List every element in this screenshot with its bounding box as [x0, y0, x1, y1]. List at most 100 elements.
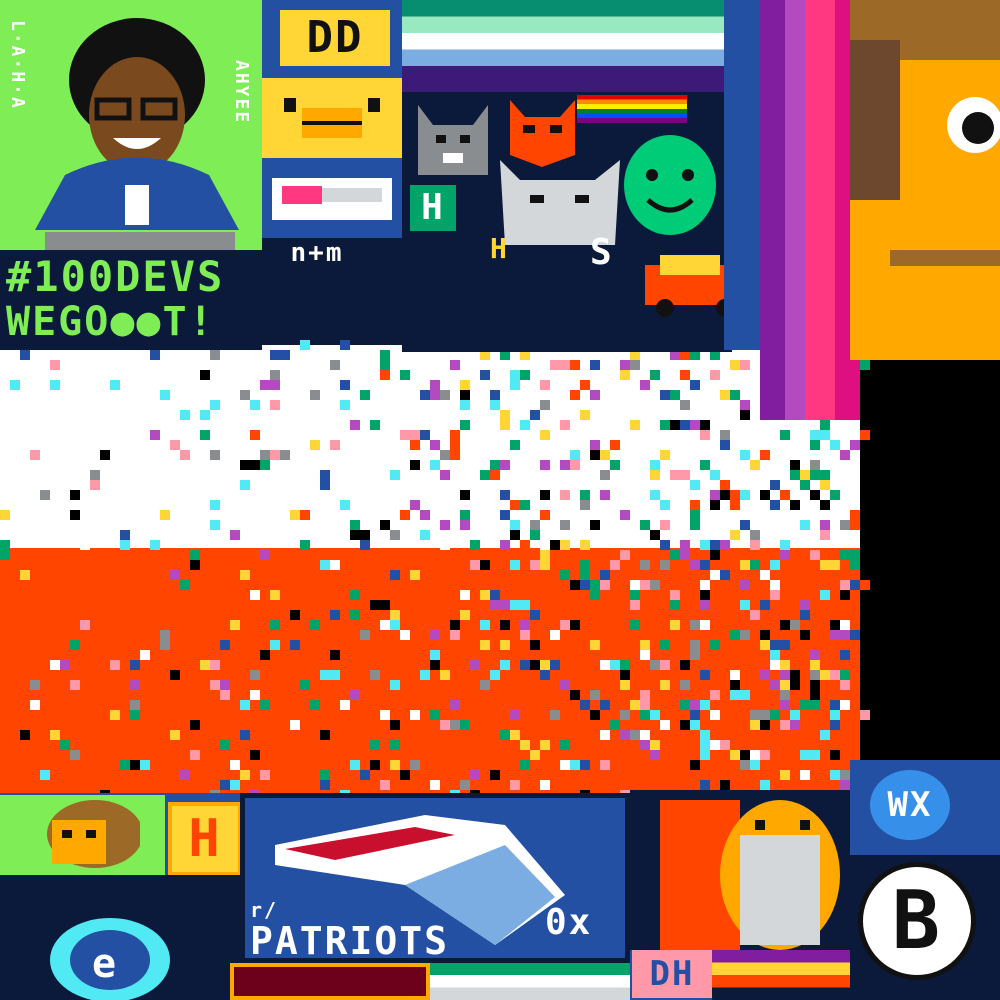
noise-pixel [450, 630, 460, 640]
noise-pixel [710, 640, 720, 650]
noise-pixel [570, 580, 580, 590]
noise-pixel [120, 530, 130, 540]
noise-pixel [450, 720, 460, 730]
noise-pixel [560, 570, 570, 580]
noise-pixel [810, 440, 820, 450]
noise-pixel [430, 660, 440, 670]
noise-pixel [380, 620, 390, 630]
noise-pixel [660, 520, 670, 530]
noise-pixel [160, 510, 170, 520]
noise-pixel [650, 660, 660, 670]
noise-pixel [640, 730, 650, 740]
noise-pixel [600, 700, 610, 710]
noise-pixel [640, 580, 650, 590]
noise-pixel [160, 630, 170, 640]
noise-pixel [510, 600, 520, 610]
noise-pixel [270, 450, 280, 460]
noise-pixel [610, 440, 620, 450]
noise-pixel [590, 640, 600, 650]
noise-pixel [260, 770, 270, 780]
noise-pixel [810, 670, 820, 680]
noise-pixel [520, 420, 530, 430]
noise-pixel [280, 350, 290, 360]
noise-pixel [840, 590, 850, 600]
noise-pixel [740, 400, 750, 410]
noise-pixel [350, 530, 360, 540]
noise-pixel [150, 350, 160, 360]
noise-pixel [780, 680, 790, 690]
noise-pixel [250, 430, 260, 440]
noise-pixel [190, 560, 200, 570]
noise-pixel [540, 400, 550, 410]
noise-pixel [770, 660, 780, 670]
noise-pixel [660, 680, 670, 690]
noise-pixel [330, 360, 340, 370]
noise-pixel [440, 450, 450, 460]
noise-pixel [270, 620, 280, 630]
noise-pixel [420, 770, 430, 780]
noise-pixel [160, 690, 170, 700]
noise-pixel [820, 590, 830, 600]
noise-pixel [780, 430, 790, 440]
noise-pixel [350, 610, 360, 620]
noise-pixel [680, 420, 690, 430]
noise-pixel [260, 650, 270, 660]
noise-pixel [640, 640, 650, 650]
noise-pixel [300, 680, 310, 690]
noise-pixel [580, 490, 590, 500]
noise-pixel [170, 570, 180, 580]
noise-pixel [350, 590, 360, 600]
noise-pixel [70, 510, 80, 520]
noise-pixel [450, 360, 460, 370]
noise-pixel [310, 440, 320, 450]
noise-pixel [70, 640, 80, 650]
noise-pixel [690, 560, 700, 570]
noise-pixel [130, 760, 140, 770]
noise-pixel [260, 550, 270, 560]
noise-pixel [320, 560, 330, 570]
noise-pixel [770, 680, 780, 690]
noise-pixel [560, 360, 570, 370]
noise-pixel [120, 760, 130, 770]
noise-pixel [270, 640, 280, 650]
noise-pixel [440, 720, 450, 730]
noise-pixel [130, 710, 140, 720]
noise-pixel [440, 470, 450, 480]
noise-pixel [20, 350, 30, 360]
noise-pixel [620, 550, 630, 560]
noise-pixel [270, 370, 280, 380]
noise-pixel [810, 650, 820, 660]
noise-pixel [750, 460, 760, 470]
noise-pixel [370, 450, 380, 460]
noise-pixel [90, 480, 100, 490]
noise-pixel [710, 570, 720, 580]
noise-pixel [750, 760, 760, 770]
noise-pixel [810, 490, 820, 500]
noise-pixel [780, 660, 790, 670]
noise-pixel [250, 670, 260, 680]
noise-pixel [490, 590, 500, 600]
place-canvas[interactable]: L·A·H·A AHYEE #100DEVS WEGO●●T! DD n+m H… [0, 0, 1000, 1000]
noise-pixel [410, 500, 420, 510]
noise-pixel [590, 390, 600, 400]
noise-pixel [560, 620, 570, 630]
noise-pixel [710, 470, 720, 480]
noise-pixel [860, 580, 870, 590]
noise-pixel [780, 620, 790, 630]
noise-pixel [200, 430, 210, 440]
noise-pixel [800, 600, 810, 610]
noise-pixel [270, 590, 280, 600]
noise-pixel [840, 680, 850, 690]
noise-pixel [620, 730, 630, 740]
noise-pixel [800, 470, 810, 480]
noise-pixel [20, 570, 30, 580]
noise-pixel [790, 720, 800, 730]
noise-pixel [840, 650, 850, 660]
noise-pixel [570, 450, 580, 460]
noise-pixel [530, 410, 540, 420]
noise-pixel [700, 600, 710, 610]
noise-pixel [700, 420, 710, 430]
noise-pixel [800, 610, 810, 620]
noise-pixel [750, 580, 760, 590]
noise-pixel [780, 720, 790, 730]
